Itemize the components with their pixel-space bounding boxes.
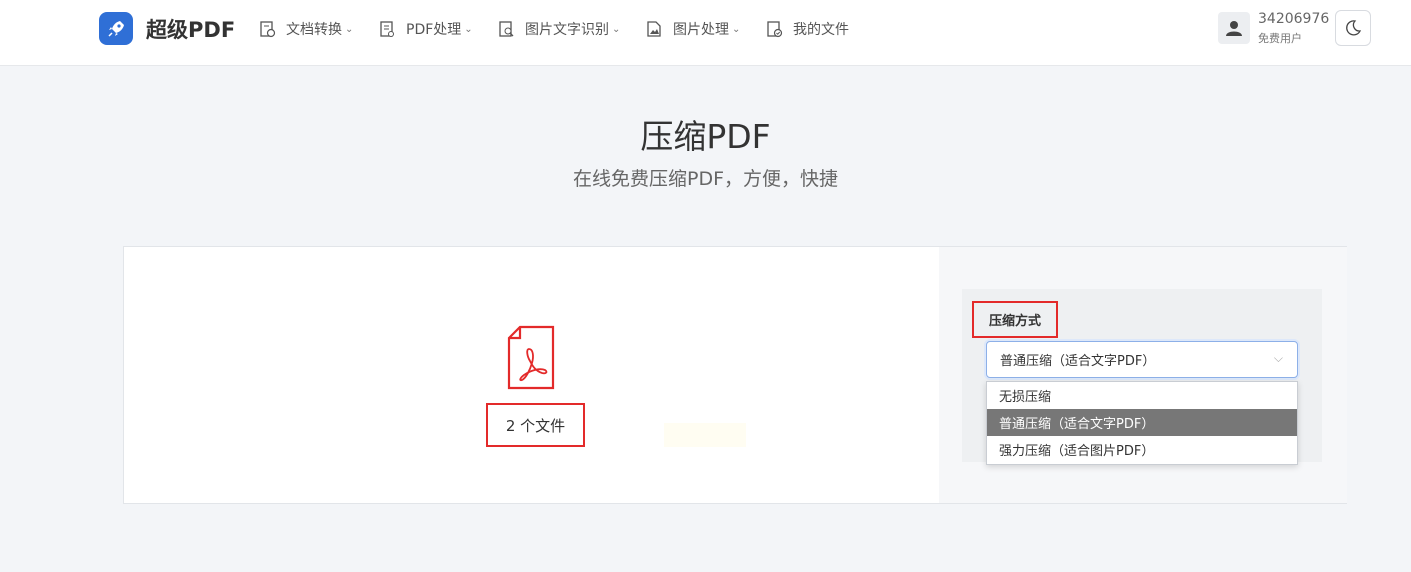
file-count-label: 2 个文件 [486, 403, 585, 447]
my-files-icon [767, 20, 783, 37]
moon-icon [1346, 20, 1362, 36]
text-recognition-icon [499, 20, 514, 37]
select-value: 普通压缩（适合文字PDF） [1000, 354, 1156, 369]
hidden-placeholder [664, 423, 746, 447]
user-avatar[interactable] [1218, 12, 1250, 44]
brand-name[interactable]: 超级PDF [146, 14, 235, 44]
compress-mode-select[interactable]: 普通压缩（适合文字PDF） ⌵ [986, 341, 1298, 378]
image-process-icon [647, 20, 661, 37]
dark-mode-toggle-button[interactable] [1335, 10, 1371, 46]
nav-pdf-process[interactable]: PDF处理 ⌄ [380, 19, 473, 39]
option-normal[interactable]: 普通压缩（适合文字PDF） [987, 409, 1297, 436]
nav-my-files[interactable]: 我的文件 [767, 19, 849, 39]
nav-label: 图片处理 [673, 22, 729, 38]
pdf-file-icon[interactable] [506, 325, 556, 391]
user-type: 免费用户 [1258, 32, 1302, 45]
document-convert-icon [260, 20, 276, 37]
chevron-down-icon: ⌄ [732, 23, 741, 35]
option-strong[interactable]: 强力压缩（适合图片PDF） [987, 436, 1297, 463]
chevron-down-icon: ⌵ [1273, 351, 1283, 365]
option-lossless[interactable]: 无损压缩 [987, 382, 1297, 409]
pdf-process-icon [380, 20, 394, 37]
nav-image-process[interactable]: 图片处理 ⌄ [647, 19, 740, 39]
nav-label: 我的文件 [793, 22, 849, 38]
chevron-down-icon: ⌄ [345, 23, 354, 35]
top-header: 超级PDF 文档转换 ⌄ PDF处理 ⌄ 图片文字识别 ⌄ 图片处理 ⌄ 我的文… [0, 0, 1411, 66]
compress-mode-label: 压缩方式 [972, 301, 1058, 338]
nav-doc-convert[interactable]: 文档转换 ⌄ [260, 19, 353, 39]
nav-label: 文档转换 [286, 22, 342, 38]
chevron-down-icon: ⌄ [464, 23, 473, 35]
compress-mode-dropdown: 无损压缩 普通压缩（适合文字PDF） 强力压缩（适合图片PDF） [986, 381, 1298, 465]
page-subtitle: 在线免费压缩PDF，方便，快捷 [572, 168, 839, 190]
page-title: 压缩PDF [640, 117, 771, 156]
nav-ocr[interactable]: 图片文字识别 ⌄ [499, 19, 620, 39]
nav-label: 图片文字识别 [525, 22, 609, 38]
user-id[interactable]: 34206976 [1258, 11, 1329, 27]
compress-panel: 2 个文件 压缩方式 普通压缩（适合文字PDF） ⌵ 无损压缩 普通压缩（适合文… [123, 246, 1347, 504]
rocket-logo-icon[interactable] [99, 12, 133, 45]
chevron-down-icon: ⌄ [612, 23, 621, 35]
user-icon [1226, 21, 1242, 36]
nav-label: PDF处理 [406, 22, 462, 38]
